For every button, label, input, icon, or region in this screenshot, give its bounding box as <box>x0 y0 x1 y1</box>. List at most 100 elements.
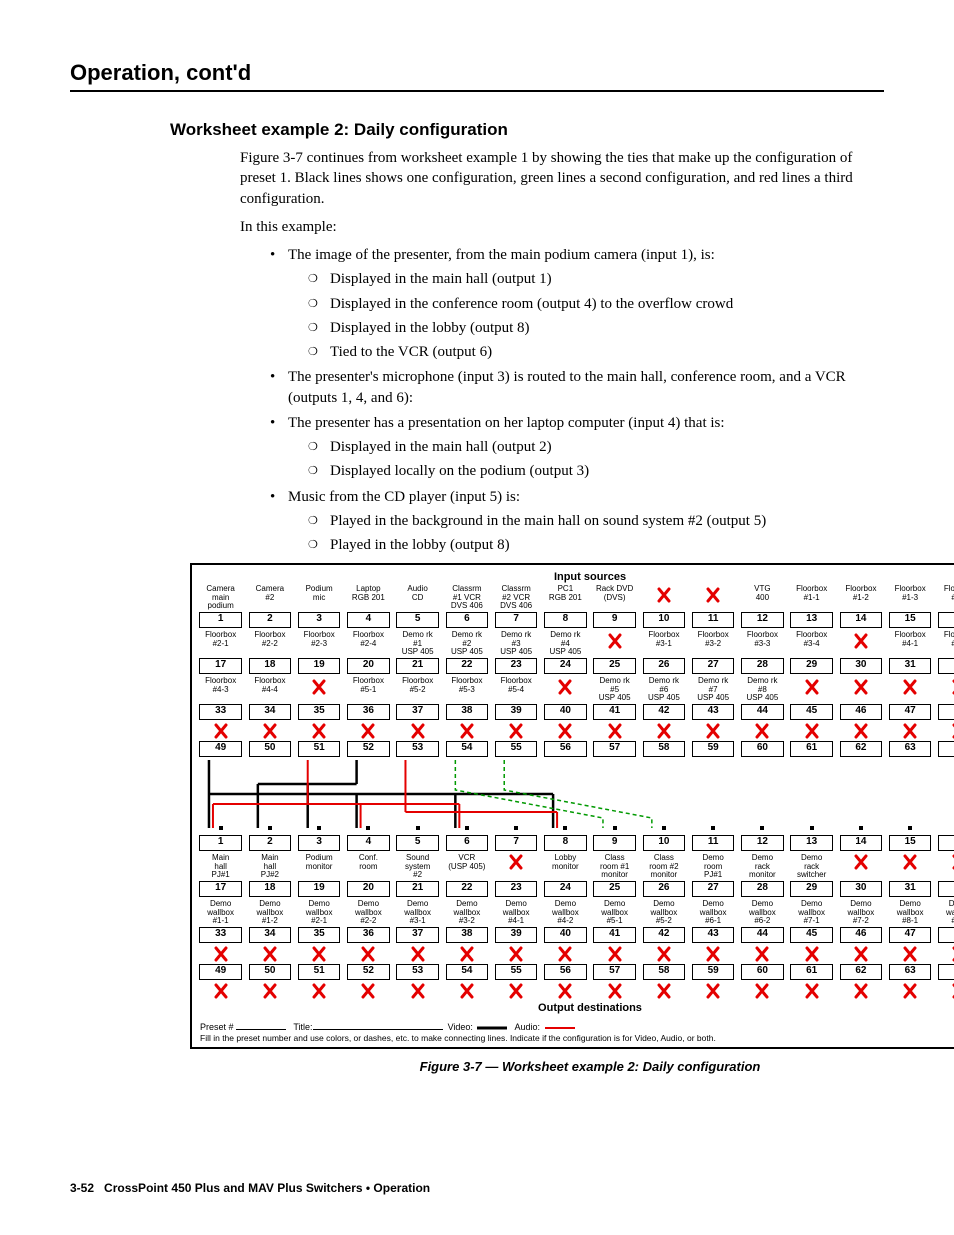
tick-mark <box>219 826 223 830</box>
input-cell: 47 <box>886 677 935 723</box>
input-row-4: 49505152535455565758596061626364 <box>196 723 954 760</box>
unused-x-icon <box>197 983 244 1000</box>
output-number-box: 58 <box>643 964 686 980</box>
unused-x-icon <box>591 983 638 1000</box>
output-number-box: 46 <box>840 927 883 943</box>
unused-x-icon <box>936 983 954 1000</box>
input-number-box: 31 <box>889 658 932 674</box>
bullet-cd: Music from the CD player (input 5) is: P… <box>270 487 864 556</box>
unused-x-icon <box>296 946 343 963</box>
output-number-box: 31 <box>889 881 932 897</box>
unused-x-icon <box>493 723 540 740</box>
output-cell: 6VCR (USP 405) <box>442 834 491 880</box>
unused-x-icon <box>690 983 737 1000</box>
output-number-box: 19 <box>298 881 341 897</box>
input-cell: Rack DVD (DVS)9 <box>590 585 639 631</box>
input-cell: Floorbox #2-218 <box>245 631 294 677</box>
output-cell: 13Demo rack switcher <box>787 834 836 880</box>
input-cell: Floorbox #3-227 <box>689 631 738 677</box>
input-number-box: 32 <box>938 658 954 674</box>
tick-mark <box>760 826 764 830</box>
page-number: 3-52 <box>70 1181 94 1195</box>
output-number-box: 3 <box>298 835 341 851</box>
input-number-box: 7 <box>495 612 538 628</box>
output-number-box: 45 <box>790 927 833 943</box>
output-cell: 48 <box>935 926 954 963</box>
input-label: Floorbox #5-3 <box>443 677 490 703</box>
sub-bullet: Displayed in the lobby (output 8) <box>308 318 864 338</box>
input-cell: 48 <box>935 677 954 723</box>
output-cell: 3Podium monitor <box>295 834 344 880</box>
output-cell: 29Demo wallbox #7-1 <box>787 880 836 926</box>
tick-mark <box>908 826 912 830</box>
output-number-box: 30 <box>840 881 883 897</box>
input-number-box: 12 <box>741 612 784 628</box>
input-cell: 11 <box>689 585 738 631</box>
input-cell: 62 <box>836 723 885 760</box>
input-number-box: 21 <box>396 658 439 674</box>
unused-x-icon <box>443 983 490 1000</box>
output-cell: 18Demo wallbox #1-2 <box>245 880 294 926</box>
unused-x-icon <box>935 679 954 696</box>
input-cell: 54 <box>442 723 491 760</box>
output-cell: 5Sound system #2 <box>393 834 442 880</box>
audio-legend-icon <box>543 1024 577 1032</box>
output-number-box: 28 <box>741 881 784 897</box>
output-cell: 23Demo wallbox #4-1 <box>492 880 541 926</box>
output-number-box: 37 <box>396 927 439 943</box>
input-number-box: 50 <box>249 741 292 757</box>
output-number-box: 62 <box>840 964 883 980</box>
input-label: Floorbox #4-4 <box>246 677 293 703</box>
output-number-box: 59 <box>692 964 735 980</box>
output-cell: 35 <box>295 926 344 963</box>
output-number-box: 48 <box>938 927 954 943</box>
output-cell: 8Lobby monitor <box>541 834 590 880</box>
output-number-box: 7 <box>495 835 538 851</box>
output-number-box: 34 <box>249 927 292 943</box>
output-number-box: 57 <box>593 964 636 980</box>
output-number-box: 53 <box>396 964 439 980</box>
output-cell: 21Demo wallbox #3-1 <box>393 880 442 926</box>
output-cell: 7 <box>492 834 541 880</box>
input-number-box: 39 <box>495 704 538 720</box>
input-label: Floorbox #1-1 <box>788 585 835 611</box>
input-number-box: 30 <box>840 658 883 674</box>
output-cell: 26Demo wallbox #5-2 <box>639 880 688 926</box>
output-cell: 64 <box>935 963 954 1000</box>
output-number-box: 39 <box>495 927 538 943</box>
output-label: Demo wallbox #5-2 <box>640 900 687 926</box>
unused-x-icon <box>837 983 884 1000</box>
output-number-box: 52 <box>347 964 390 980</box>
input-number-box: 13 <box>790 612 833 628</box>
tick-mark <box>810 826 814 830</box>
input-number-box: 38 <box>446 704 489 720</box>
output-number-box: 25 <box>593 881 636 897</box>
input-cell: Demo rk #8 USP 40544 <box>738 677 787 723</box>
output-cell: 56 <box>541 963 590 1000</box>
input-number-box: 19 <box>298 658 341 674</box>
tie-lines-diagram <box>196 760 954 828</box>
input-number-box: 2 <box>249 612 292 628</box>
input-number-box: 24 <box>544 658 587 674</box>
input-cell: Floorbox #3-126 <box>639 631 688 677</box>
input-number-box: 44 <box>741 704 784 720</box>
input-number-box: 3 <box>298 612 341 628</box>
output-number-box: 18 <box>249 881 292 897</box>
tick-mark <box>613 826 617 830</box>
output-number-box: 60 <box>741 964 784 980</box>
output-label: Lobby monitor <box>542 854 589 880</box>
input-number-box: 35 <box>298 704 341 720</box>
output-cell: 42 <box>639 926 688 963</box>
unused-x-icon <box>887 723 934 740</box>
input-label: Floorbox #4-3 <box>197 677 244 703</box>
input-cell: Demo rk #3 USP 40523 <box>492 631 541 677</box>
output-cell: 36 <box>344 926 393 963</box>
sub-bullet: Displayed locally on the podium (output … <box>308 461 864 481</box>
input-cell: 53 <box>393 723 442 760</box>
unused-x-icon <box>542 723 589 740</box>
output-label: Demo room PJ#1 <box>690 854 737 880</box>
unused-x-icon <box>345 983 392 1000</box>
input-number-box: 43 <box>692 704 735 720</box>
input-number-box: 51 <box>298 741 341 757</box>
output-cell: 20Demo wallbox #2-2 <box>344 880 393 926</box>
